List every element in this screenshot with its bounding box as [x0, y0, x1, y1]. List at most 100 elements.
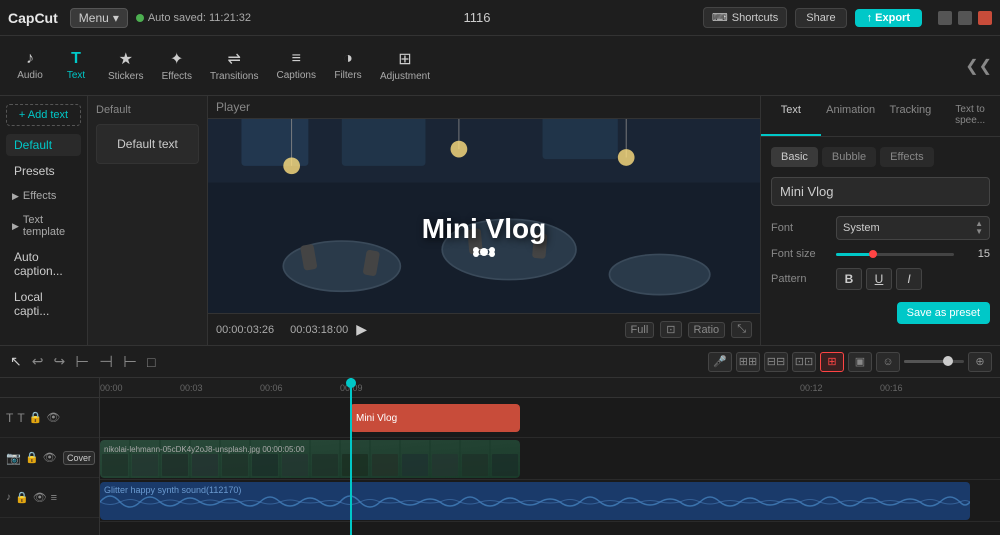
tab-text-to-speech[interactable]: Text to spee... — [940, 96, 1000, 136]
sidebar-item-effects[interactable]: Effects — [6, 186, 81, 206]
add-text-button[interactable]: + Add text — [6, 104, 81, 126]
audio-waveform: Glitter happy synth sound(112170) // We'… — [100, 482, 970, 520]
tl-tool-1[interactable]: ⊞⊞ — [736, 352, 760, 372]
ratio-button[interactable]: Ratio — [688, 322, 726, 338]
font-label: Font — [771, 222, 836, 234]
project-title: 1116 — [259, 10, 695, 25]
audio-track-extra[interactable]: ≡ — [51, 492, 57, 504]
player-label: Player — [208, 96, 760, 119]
audio-track-header: ♪ 🔒 👁 ≡ — [0, 478, 99, 518]
timeline-ruler: 00:00 00:03 00:06 00:09 00:12 00:16 — [100, 378, 1000, 398]
fullscreen-button[interactable]: Full — [625, 322, 655, 338]
tool-adjustment[interactable]: ⊞ Adjustment — [372, 45, 438, 86]
font-size-slider[interactable] — [836, 253, 954, 256]
redo-button[interactable]: ↪ — [51, 351, 67, 372]
ruler-spacer — [0, 378, 99, 398]
tool-audio[interactable]: ♪ Audio — [8, 46, 52, 85]
tool-transitions[interactable]: ⇌ Transitions — [202, 45, 267, 86]
close-button[interactable] — [978, 11, 992, 25]
audio-track: Glitter happy synth sound(112170) // We'… — [100, 480, 1000, 522]
collapse-toolbar-button[interactable]: ❮❮ — [965, 56, 992, 76]
font-size-value: 15 — [960, 248, 990, 260]
tl-tool-6[interactable]: ☺ — [876, 352, 900, 372]
tool-text[interactable]: T Text — [54, 46, 98, 85]
subtab-effects[interactable]: Effects — [880, 147, 933, 167]
minimize-button[interactable] — [938, 11, 952, 25]
mic-button[interactable]: 🎤 — [708, 352, 732, 372]
ruler-9: 00:09 — [340, 383, 363, 393]
tl-tool-7[interactable]: ⊕ — [968, 352, 992, 372]
export-button[interactable]: ↑ Export — [855, 9, 922, 27]
video-track-lock[interactable]: 🔒 — [25, 451, 39, 464]
svg-text:Glitter happy synth sound(1121: Glitter happy synth sound(112170) — [104, 485, 241, 495]
screenshot-button[interactable]: ⊡ — [660, 321, 681, 338]
save-preset-button[interactable]: Save as preset — [897, 302, 990, 324]
main-area: + Add text Default Presets Effects Text … — [0, 96, 1000, 345]
pattern-buttons: B U I — [836, 268, 922, 290]
sidebar-item-auto-caption[interactable]: Auto caption... — [6, 246, 81, 282]
share-button[interactable]: Share — [795, 8, 846, 28]
trim-left-button[interactable]: ⊣ — [97, 350, 115, 374]
autosave-dot — [136, 14, 144, 22]
select-tool-button[interactable]: ↖ — [8, 351, 24, 372]
right-panel: Text Animation Tracking Text to spee... … — [760, 96, 1000, 345]
italic-button[interactable]: I — [896, 268, 922, 290]
tab-tracking[interactable]: Tracking — [881, 96, 941, 136]
player-controls: 00:00:03:26 00:03:18:00 ▶ Full ⊡ Ratio ⤡ — [208, 313, 760, 345]
slider-thumb — [869, 250, 877, 258]
video-track-eye[interactable]: 👁 — [43, 451, 57, 464]
split-button[interactable]: ⊢ — [73, 350, 91, 374]
app-logo: CapCut — [8, 10, 58, 26]
tl-tool-2[interactable]: ⊟⊟ — [764, 352, 788, 372]
tl-tool-3[interactable]: ⊡⊡ — [792, 352, 816, 372]
trim-right-button[interactable]: ⊢ — [121, 350, 139, 374]
audio-track-lock[interactable]: 🔒 — [15, 491, 29, 504]
text-content-input[interactable] — [771, 177, 990, 206]
audio-clip[interactable]: Glitter happy synth sound(112170) // We'… — [100, 482, 970, 520]
menu-button[interactable]: Menu ▾ — [70, 8, 128, 28]
tool-filters[interactable]: ◑ Filters — [326, 46, 370, 85]
subtab-basic[interactable]: Basic — [771, 147, 818, 167]
audio-track-eye[interactable]: 👁 — [33, 491, 47, 504]
video-clip[interactable]: nikolai-lehmann-05cDK4y2oJ8-unsplash.jpg… — [100, 440, 520, 478]
maximize-button[interactable] — [958, 11, 972, 25]
ruler-0: 00:00 — [100, 383, 123, 393]
undo-button[interactable]: ↩ — [30, 351, 46, 372]
tool-captions[interactable]: ≡ Captions — [269, 46, 324, 85]
zoom-slider[interactable] — [904, 360, 964, 363]
mini-vlog-clip[interactable]: Mini Vlog — [350, 404, 520, 432]
delete-button[interactable]: □ — [145, 352, 157, 372]
tool-stickers[interactable]: ★ Stickers — [100, 45, 152, 86]
filters-icon: ◑ — [343, 50, 353, 68]
play-button[interactable]: ▶ — [356, 321, 367, 338]
default-text-card[interactable]: Default text — [96, 124, 199, 164]
tab-text[interactable]: Text — [761, 96, 821, 136]
sidebar-item-default[interactable]: Default — [6, 134, 81, 156]
main-toolbar: ♪ Audio T Text ★ Stickers ✦ Effects ⇌ Tr… — [0, 36, 1000, 96]
shortcuts-button[interactable]: ⌨ Shortcuts — [703, 7, 787, 28]
audio-track-icon: ♪ — [6, 492, 11, 503]
sidebar-item-text-template[interactable]: Text template — [6, 210, 81, 242]
expand-button[interactable]: ⤡ — [731, 321, 752, 338]
ruler-6: 00:06 — [260, 383, 283, 393]
sidebar-item-local-caption[interactable]: Local capti... — [6, 286, 81, 322]
subtab-bubble[interactable]: Bubble — [822, 147, 876, 167]
text-track-lock[interactable]: 🔒 — [29, 411, 43, 424]
bold-button[interactable]: B — [836, 268, 862, 290]
text-track-icon: T — [6, 411, 13, 425]
text-track-eye[interactable]: 👁 — [46, 411, 60, 424]
font-spinner[interactable]: ▲ ▼ — [975, 220, 983, 236]
text-track: Mini Vlog — [100, 398, 1000, 438]
window-controls — [938, 11, 992, 25]
tool-effects[interactable]: ✦ Effects — [154, 45, 200, 86]
underline-button[interactable]: U — [866, 268, 892, 290]
sidebar-item-presets[interactable]: Presets — [6, 160, 81, 182]
save-preset-row: Save as preset — [771, 298, 990, 324]
font-selector[interactable]: System ▲ ▼ — [836, 216, 990, 240]
video-thumbnails: nikolai-lehmann-05cDK4y2oJ8-unsplash.jpg… — [100, 440, 520, 478]
tab-animation[interactable]: Animation — [821, 96, 881, 136]
tl-tool-4[interactable]: ⊞ — [820, 352, 844, 372]
video-track: nikolai-lehmann-05cDK4y2oJ8-unsplash.jpg… — [100, 438, 1000, 480]
tl-tool-5[interactable]: ▣ — [848, 352, 872, 372]
timeline-tracks-content: 00:00 00:03 00:06 00:09 00:12 00:16 Mini… — [100, 378, 1000, 535]
